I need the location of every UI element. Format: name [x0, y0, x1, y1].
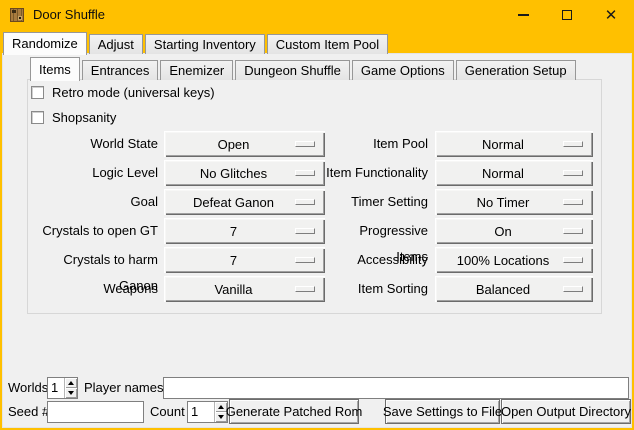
- goal-value: Defeat Ganon: [193, 195, 274, 210]
- crystals-ganon-value: 7: [230, 253, 237, 268]
- player-names-label: Player names: [84, 377, 163, 399]
- item-functionality-label: Item Functionality: [326, 160, 428, 186]
- dropdown-indicator-icon: [295, 170, 315, 176]
- retro-mode-row: Retro mode (universal keys): [31, 85, 215, 100]
- progressive-items-dropdown[interactable]: On: [435, 218, 593, 244]
- minimize-button[interactable]: [504, 0, 542, 30]
- weapons-dropdown[interactable]: Vanilla: [164, 276, 325, 302]
- weapons-label: Weapons: [26, 276, 158, 302]
- dropdown-indicator-icon: [563, 170, 583, 176]
- close-button[interactable]: ✕: [592, 0, 630, 30]
- crystals-ganon-dropdown[interactable]: 7: [164, 247, 325, 273]
- spin-down-icon[interactable]: [65, 388, 77, 398]
- item-sorting-dropdown[interactable]: Balanced: [435, 276, 593, 302]
- item-pool-dropdown[interactable]: Normal: [435, 131, 593, 157]
- weapons-value: Vanilla: [214, 282, 252, 297]
- crystals-ganon-label: Crystals to harm Ganon: [26, 247, 158, 273]
- crystals-gt-label: Crystals to open GT: [26, 218, 158, 244]
- dropdown-indicator-icon: [295, 199, 315, 205]
- goal-label: Goal: [26, 189, 158, 215]
- worlds-label: Worlds: [8, 377, 48, 399]
- dropdown-indicator-icon: [295, 141, 315, 147]
- tab-randomize[interactable]: Randomize: [3, 32, 87, 55]
- seed-label: Seed #: [8, 401, 49, 423]
- count-value: 1: [188, 402, 214, 422]
- logic-level-value: No Glitches: [200, 166, 267, 181]
- worlds-spinner[interactable]: 1: [47, 377, 78, 399]
- titlebar: Door Shuffle ✕: [0, 0, 634, 30]
- accessibility-value: 100% Locations: [457, 253, 550, 268]
- tab-starting-inventory[interactable]: Starting Inventory: [145, 34, 265, 54]
- dropdown-indicator-icon: [563, 199, 583, 205]
- retro-mode-checkbox[interactable]: [31, 86, 44, 99]
- dropdown-indicator-icon: [563, 228, 583, 234]
- dropdown-indicator-icon: [295, 257, 315, 263]
- accessibility-label: Accessibility: [326, 247, 428, 273]
- close-icon: ✕: [605, 8, 618, 23]
- item-functionality-value: Normal: [482, 166, 524, 181]
- spin-up-icon[interactable]: [65, 378, 77, 388]
- retro-mode-label: Retro mode (universal keys): [52, 85, 215, 100]
- dropdown-indicator-icon: [563, 257, 583, 263]
- dropdown-indicator-icon: [563, 286, 583, 292]
- tab-game-options[interactable]: Game Options: [352, 60, 454, 80]
- save-settings-button[interactable]: Save Settings to File: [385, 399, 500, 424]
- player-names-input[interactable]: [163, 377, 629, 399]
- app-window: Door Shuffle ✕ Randomize Adjust Starting…: [0, 0, 634, 430]
- logic-level-dropdown[interactable]: No Glitches: [164, 160, 325, 186]
- shopsanity-row: Shopsanity: [31, 110, 116, 125]
- maximize-icon: [562, 10, 572, 20]
- count-spinner[interactable]: 1: [187, 401, 228, 423]
- item-sorting-label: Item Sorting: [326, 276, 428, 302]
- tab-adjust[interactable]: Adjust: [89, 34, 143, 54]
- world-state-dropdown[interactable]: Open: [164, 131, 325, 157]
- progressive-items-label: Progressive Items: [326, 218, 428, 244]
- maximize-button[interactable]: [548, 0, 586, 30]
- item-functionality-dropdown[interactable]: Normal: [435, 160, 593, 186]
- goal-dropdown[interactable]: Defeat Ganon: [164, 189, 325, 215]
- window-title: Door Shuffle: [33, 0, 105, 30]
- primary-tab-bar: Randomize Adjust Starting Inventory Cust…: [3, 31, 390, 54]
- spinner-arrows: [64, 378, 77, 398]
- item-pool-label: Item Pool: [326, 131, 428, 157]
- shopsanity-label: Shopsanity: [52, 110, 116, 125]
- logic-level-label: Logic Level: [26, 160, 158, 186]
- dropdown-indicator-icon: [295, 286, 315, 292]
- open-output-directory-button[interactable]: Open Output Directory: [501, 399, 631, 424]
- timer-setting-label: Timer Setting: [326, 189, 428, 215]
- count-label: Count: [150, 401, 185, 423]
- shopsanity-checkbox[interactable]: [31, 111, 44, 124]
- tab-entrances[interactable]: Entrances: [82, 60, 159, 80]
- timer-setting-value: No Timer: [477, 195, 530, 210]
- tab-enemizer[interactable]: Enemizer: [160, 60, 233, 80]
- world-state-value: Open: [218, 137, 250, 152]
- crystals-gt-value: 7: [230, 224, 237, 239]
- door-icon: [9, 7, 25, 23]
- accessibility-dropdown[interactable]: 100% Locations: [435, 247, 593, 273]
- worlds-value: 1: [48, 378, 64, 398]
- tab-generation-setup[interactable]: Generation Setup: [456, 60, 576, 80]
- dropdown-indicator-icon: [295, 228, 315, 234]
- seed-input[interactable]: [47, 401, 144, 423]
- world-state-label: World State: [26, 131, 158, 157]
- generate-patched-rom-button[interactable]: Generate Patched Rom: [229, 399, 359, 424]
- tab-custom-item-pool[interactable]: Custom Item Pool: [267, 34, 388, 54]
- secondary-tab-bar: Items Entrances Enemizer Dungeon Shuffle…: [30, 56, 578, 80]
- tab-dungeon-shuffle[interactable]: Dungeon Shuffle: [235, 60, 350, 80]
- dropdown-indicator-icon: [563, 141, 583, 147]
- timer-setting-dropdown[interactable]: No Timer: [435, 189, 593, 215]
- minimize-icon: [518, 14, 529, 16]
- item-sorting-value: Balanced: [476, 282, 530, 297]
- progressive-items-value: On: [494, 224, 511, 239]
- crystals-gt-dropdown[interactable]: 7: [164, 218, 325, 244]
- item-pool-value: Normal: [482, 137, 524, 152]
- tab-items[interactable]: Items: [30, 57, 80, 81]
